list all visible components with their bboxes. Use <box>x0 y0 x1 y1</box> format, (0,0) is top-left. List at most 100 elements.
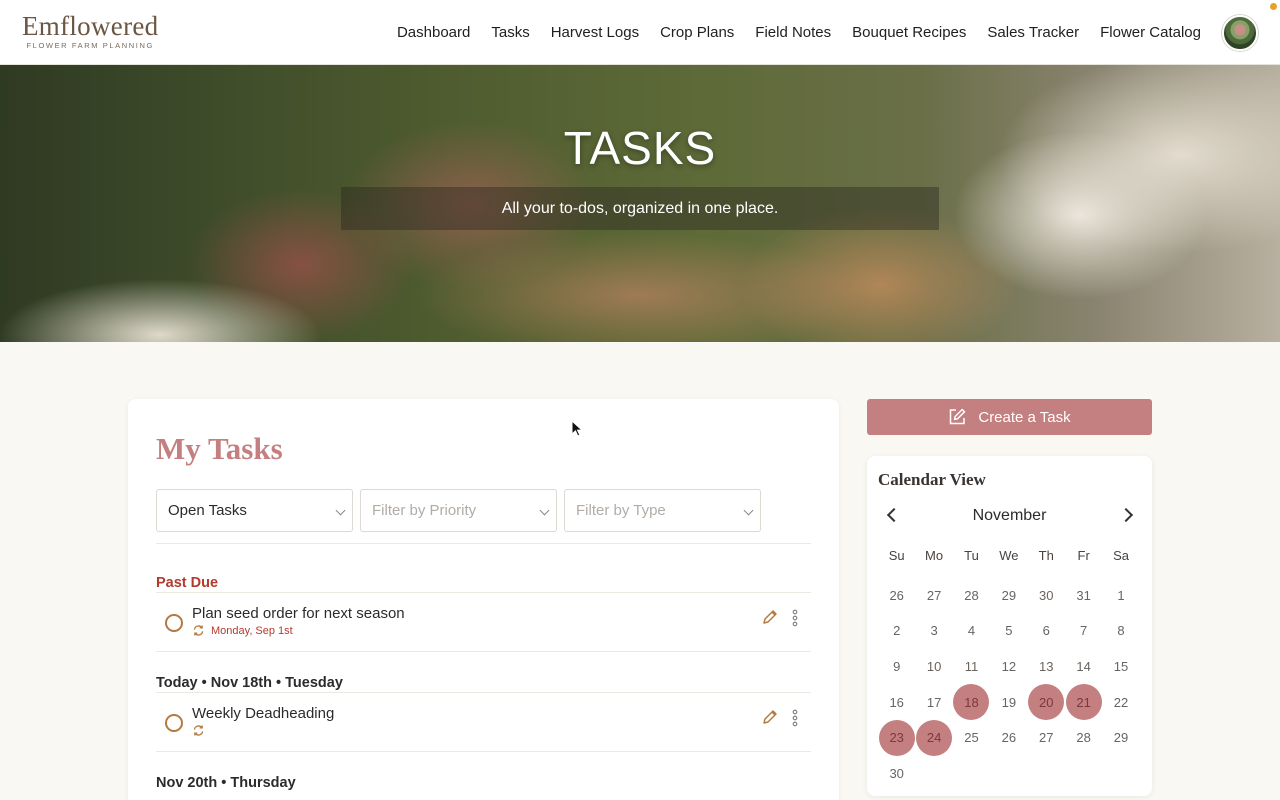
pencil-icon[interactable] <box>762 609 778 625</box>
type-filter-placeholder: Filter by Type <box>576 502 666 519</box>
calendar-day-number: 27 <box>1039 730 1054 746</box>
calendar-day[interactable]: 21 <box>1065 684 1102 721</box>
group-label-nov-20: Nov 20th • Thursday <box>156 775 296 791</box>
calendar-day-number: 26 <box>889 587 904 603</box>
calendar-day[interactable]: 14 <box>1065 649 1102 685</box>
divider <box>156 543 811 544</box>
calendar-day-number: 15 <box>1113 659 1129 675</box>
calendar-day[interactable]: 30 <box>878 756 915 792</box>
priority-filter-select[interactable]: Filter by Priority <box>360 489 557 532</box>
calendar-day[interactable]: 15 <box>1102 649 1139 685</box>
weekday-label: Th <box>1038 547 1054 563</box>
calendar-day-number: 29 <box>1001 587 1017 603</box>
calendar-day[interactable]: 29 <box>1102 720 1139 756</box>
task-complete-checkbox[interactable] <box>165 614 183 632</box>
task-complete-checkbox[interactable] <box>165 714 183 732</box>
calendar-day-number: 28 <box>1076 730 1091 746</box>
calendar-day[interactable]: 31 <box>1065 578 1102 614</box>
calendar-day[interactable]: 29 <box>990 578 1027 614</box>
task-name: Weekly Deadheading <box>192 705 335 722</box>
weekday-label: Su <box>888 547 905 563</box>
user-avatar[interactable] <box>1222 15 1258 51</box>
calendar-day[interactable]: 26 <box>990 720 1027 756</box>
weekday-label: Tu <box>964 547 979 563</box>
calendar-day[interactable]: 4 <box>953 613 990 649</box>
edit-square-icon <box>950 408 966 425</box>
calendar-day-number: 21 <box>1065 684 1102 721</box>
calendar-day[interactable]: 23 <box>878 719 915 756</box>
calendar-day[interactable]: 22 <box>1102 684 1139 720</box>
calendar-day[interactable]: 24 <box>915 719 953 756</box>
calendar-day[interactable]: 30 <box>1028 578 1065 614</box>
status-filter-select[interactable]: Open Tasks <box>156 489 353 532</box>
calendar-day[interactable]: 27 <box>1028 720 1065 756</box>
calendar-day-number: 12 <box>1001 659 1017 675</box>
calendar-day[interactable]: 3 <box>915 613 952 649</box>
brand-logo[interactable]: Emflowered FLOWER FARM PLANNING <box>22 12 158 50</box>
repeat-icon <box>193 625 204 636</box>
more-options-icon[interactable] <box>792 609 798 627</box>
calendar-day[interactable]: 1 <box>1102 578 1139 614</box>
divider <box>156 751 811 752</box>
calendar-day[interactable]: 16 <box>878 684 915 720</box>
calendar-day[interactable]: 6 <box>1028 613 1065 649</box>
task-meta <box>192 724 205 737</box>
calendar-title: Calendar View <box>878 470 986 489</box>
calendar-day[interactable]: 17 <box>915 684 952 720</box>
calendar-day[interactable]: 10 <box>915 649 952 685</box>
pencil-icon[interactable] <box>762 709 778 725</box>
calendar-day[interactable]: 11 <box>953 649 990 685</box>
nav-flower-catalog[interactable]: Flower Catalog <box>1100 24 1201 41</box>
calendar-day-number: 30 <box>1039 587 1054 603</box>
calendar-day[interactable]: 13 <box>1028 649 1065 685</box>
calendar-day-number: 9 <box>893 659 901 675</box>
nav-harvest-logs[interactable]: Harvest Logs <box>551 24 639 41</box>
calendar-day[interactable]: 5 <box>990 613 1027 649</box>
calendar-day[interactable]: 25 <box>953 720 990 756</box>
calendar-day-number: 1 <box>1117 587 1125 603</box>
repeat-icon <box>193 725 204 736</box>
calendar-day[interactable]: 28 <box>953 578 990 614</box>
calendar-day[interactable]: 18 <box>953 684 990 721</box>
nav-crop-plans[interactable]: Crop Plans <box>660 24 734 41</box>
calendar-day-number: 23 <box>878 719 915 756</box>
weekday-label: Fr <box>1077 547 1090 563</box>
calendar-day-number: 3 <box>930 623 938 639</box>
calendar-day-number: 22 <box>1113 694 1129 710</box>
type-filter-select[interactable]: Filter by Type <box>564 489 761 532</box>
calendar-day[interactable]: 8 <box>1102 613 1139 649</box>
calendar-day[interactable]: 28 <box>1065 720 1102 756</box>
calendar-day-number: 17 <box>926 694 942 710</box>
chevron-down-icon <box>335 505 346 516</box>
calendar-day[interactable]: 2 <box>878 613 915 649</box>
nav-field-notes[interactable]: Field Notes <box>755 24 831 41</box>
brand-name: Emflowered <box>22 11 159 41</box>
calendar-day-number: 19 <box>1001 694 1017 710</box>
calendar-day[interactable]: 9 <box>878 649 915 685</box>
calendar-day-number: 7 <box>1080 623 1088 639</box>
calendar-day[interactable]: 26 <box>878 578 915 614</box>
task-row[interactable]: Weekly Deadheading <box>156 693 811 751</box>
nav-tasks[interactable]: Tasks <box>491 24 529 41</box>
task-row[interactable]: Plan seed order for next season Monday, … <box>156 593 811 651</box>
calendar-day-number: 31 <box>1076 587 1091 603</box>
calendar-day[interactable]: 7 <box>1065 613 1102 649</box>
nav-sales-tracker[interactable]: Sales Tracker <box>987 24 1079 41</box>
calendar-day[interactable]: 20 <box>1028 684 1065 721</box>
calendar-day-number: 30 <box>889 765 904 781</box>
hero-subtitle: All your to-dos, organized in one place. <box>501 199 779 217</box>
nav-dashboard[interactable]: Dashboard <box>397 24 470 41</box>
task-due-date: Monday, Sep 1st <box>211 624 293 637</box>
calendar-day[interactable]: 19 <box>990 684 1027 720</box>
main-nav: Dashboard Tasks Harvest Logs Crop Plans … <box>397 0 1201 65</box>
nav-bouquet-recipes[interactable]: Bouquet Recipes <box>852 24 966 41</box>
calendar-day[interactable]: 27 <box>915 578 952 614</box>
calendar-day-number: 10 <box>926 659 942 675</box>
priority-filter-placeholder: Filter by Priority <box>372 502 477 519</box>
brand-tagline: FLOWER FARM PLANNING <box>26 41 154 50</box>
calendar-card: Calendar View November Su Mo Tu We Th Fr Sa 26 2… <box>867 456 1152 796</box>
more-options-icon[interactable] <box>792 709 798 727</box>
group-label-past-due: Past Due <box>156 575 219 591</box>
calendar-day[interactable]: 12 <box>990 649 1027 685</box>
create-task-button[interactable]: Create a Task <box>867 399 1152 435</box>
